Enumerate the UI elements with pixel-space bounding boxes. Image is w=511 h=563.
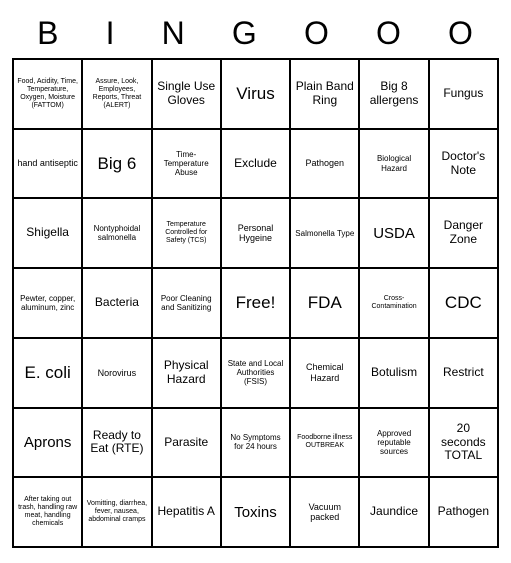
header-letter: O [304, 15, 330, 52]
bingo-cell[interactable]: Food, Acidity, Time, Temperature, Oxygen… [13, 59, 82, 129]
bingo-cell[interactable]: FDA [290, 268, 359, 338]
bingo-cell[interactable]: Botulism [359, 338, 428, 408]
bingo-cell[interactable]: Salmonella Type [290, 198, 359, 268]
bingo-cell[interactable]: Doctor's Note [429, 129, 498, 199]
bingo-cell[interactable]: Pathogen [429, 477, 498, 547]
bingo-header: B I N G O O O [12, 15, 499, 52]
bingo-cell[interactable]: Foodborne illness OUTBREAK [290, 408, 359, 478]
bingo-cell[interactable]: Biological Hazard [359, 129, 428, 199]
bingo-cell[interactable]: Ready to Eat (RTE) [82, 408, 151, 478]
bingo-cell[interactable]: Vacuum packed [290, 477, 359, 547]
bingo-cell[interactable]: USDA [359, 198, 428, 268]
bingo-cell[interactable]: Hepatitis A [152, 477, 221, 547]
bingo-cell[interactable]: Big 6 [82, 129, 151, 199]
bingo-cell[interactable]: Time-Temperature Abuse [152, 129, 221, 199]
bingo-cell[interactable]: Free! [221, 268, 290, 338]
bingo-cell[interactable]: E. coli [13, 338, 82, 408]
bingo-cell[interactable]: Assure, Look, Employees, Reports, Threat… [82, 59, 151, 129]
bingo-cell[interactable]: Pathogen [290, 129, 359, 199]
bingo-cell[interactable]: Toxins [221, 477, 290, 547]
bingo-cell[interactable]: Virus [221, 59, 290, 129]
header-letter: I [106, 15, 116, 52]
bingo-cell[interactable]: Personal Hygeine [221, 198, 290, 268]
bingo-cell[interactable]: Shigella [13, 198, 82, 268]
bingo-cell[interactable]: Pewter, copper, aluminum, zinc [13, 268, 82, 338]
bingo-cell[interactable]: Cross-Contamination [359, 268, 428, 338]
header-letter: G [232, 15, 258, 52]
bingo-cell[interactable]: Bacteria [82, 268, 151, 338]
bingo-cell[interactable]: 20 seconds TOTAL [429, 408, 498, 478]
bingo-cell[interactable]: Nontyphoidal salmonella [82, 198, 151, 268]
header-letter: N [162, 15, 186, 52]
bingo-cell[interactable]: Fungus [429, 59, 498, 129]
bingo-cell[interactable]: hand antiseptic [13, 129, 82, 199]
header-letter: B [37, 15, 59, 52]
bingo-cell[interactable]: Restrict [429, 338, 498, 408]
bingo-cell[interactable]: After taking out trash, handling raw mea… [13, 477, 82, 547]
bingo-cell[interactable]: Jaundice [359, 477, 428, 547]
bingo-cell[interactable]: Exclude [221, 129, 290, 199]
bingo-cell[interactable]: Poor Cleaning and Sanitizing [152, 268, 221, 338]
bingo-cell[interactable]: Single Use Gloves [152, 59, 221, 129]
bingo-cell[interactable]: Plain Band Ring [290, 59, 359, 129]
bingo-cell[interactable]: Danger Zone [429, 198, 498, 268]
bingo-cell[interactable]: Norovirus [82, 338, 151, 408]
bingo-cell[interactable]: No Symptoms for 24 hours [221, 408, 290, 478]
header-letter: O [448, 15, 474, 52]
bingo-cell[interactable]: Big 8 allergens [359, 59, 428, 129]
header-letter: O [376, 15, 402, 52]
bingo-cell[interactable]: Chemical Hazard [290, 338, 359, 408]
bingo-cell[interactable]: Aprons [13, 408, 82, 478]
bingo-cell[interactable]: Parasite [152, 408, 221, 478]
bingo-cell[interactable]: Vomitting, diarrhea, fever, nausea, abdo… [82, 477, 151, 547]
bingo-cell[interactable]: State and Local Authorities (FSIS) [221, 338, 290, 408]
bingo-cell[interactable]: CDC [429, 268, 498, 338]
bingo-cell[interactable]: Physical Hazard [152, 338, 221, 408]
bingo-cell[interactable]: Approved reputable sources [359, 408, 428, 478]
bingo-cell[interactable]: Temperature Controlled for Safety (TCS) [152, 198, 221, 268]
bingo-grid: Food, Acidity, Time, Temperature, Oxygen… [12, 58, 499, 548]
